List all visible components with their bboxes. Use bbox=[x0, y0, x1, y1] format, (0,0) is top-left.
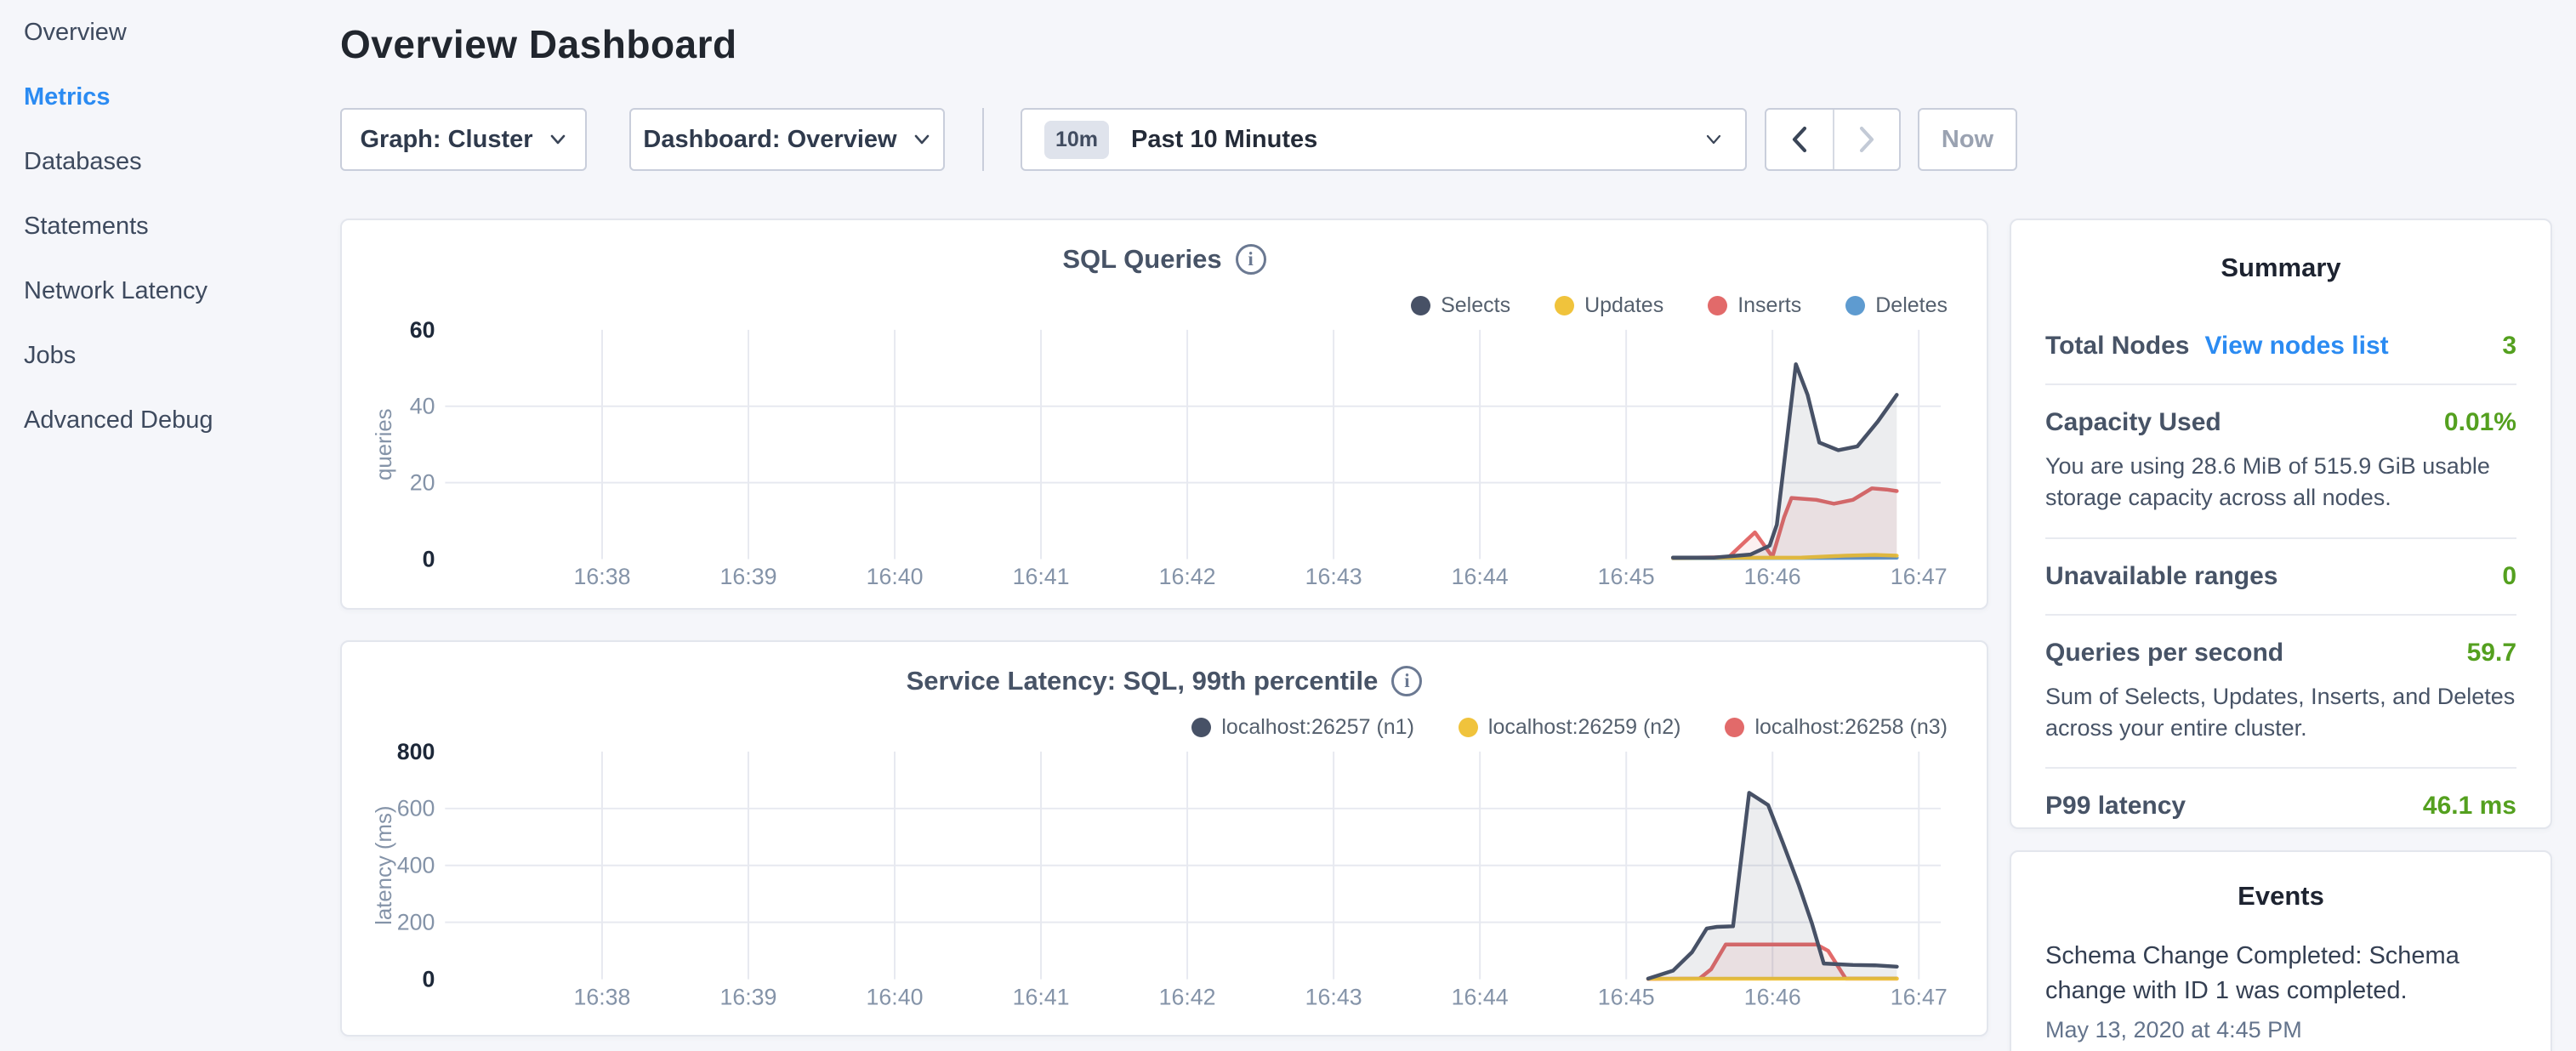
stat-value: 46.1 ms bbox=[2423, 792, 2516, 821]
toolbar-divider bbox=[982, 108, 984, 171]
dashboard-selector-label: Dashboard: Overview bbox=[643, 126, 896, 154]
svg-text:16:45: 16:45 bbox=[1598, 564, 1655, 589]
chevron-right-icon bbox=[1856, 125, 1878, 154]
svg-text:0: 0 bbox=[423, 546, 435, 571]
events-panel: Events Schema Change Completed: Schema c… bbox=[2010, 850, 2552, 1051]
svg-text:800: 800 bbox=[397, 739, 435, 764]
svg-text:16:40: 16:40 bbox=[867, 984, 924, 1009]
svg-text:400: 400 bbox=[397, 853, 435, 878]
svg-text:0: 0 bbox=[423, 966, 435, 991]
summary-panel: Summary Total Nodes View nodes list 3 Ca… bbox=[2010, 219, 2552, 829]
view-nodes-list-link[interactable]: View nodes list bbox=[2204, 332, 2388, 361]
stat-value: 0.01% bbox=[2444, 408, 2516, 437]
stat-row-total-nodes: Total Nodes View nodes list 3 bbox=[2045, 309, 2516, 383]
page-title: Overview Dashboard bbox=[340, 21, 737, 67]
stat-label: P99 latency bbox=[2045, 792, 2186, 821]
service-latency-chart[interactable]: 0 200 400 600 800 16:38 16:39 16:40 16:41 16:42 16… bbox=[342, 642, 1987, 1035]
stat-row-capacity-used: Capacity Used 0.01% You are using 28.6 M… bbox=[2045, 383, 2516, 537]
chevron-down-icon bbox=[549, 130, 567, 149]
svg-text:16:46: 16:46 bbox=[1744, 564, 1801, 589]
stat-row-unavailable-ranges: Unavailable ranges 0 bbox=[2045, 537, 2516, 614]
service-latency-chart-card: Service Latency: SQL, 99th percentile i … bbox=[340, 640, 1988, 1037]
stat-note: You are using 28.6 MiB of 515.9 GiB usab… bbox=[2045, 451, 2516, 514]
sql-queries-chart[interactable]: 0 20 40 60 16:38 16:39 16:40 16:41 16:42 16:43 16:… bbox=[342, 220, 1987, 608]
svg-text:16:38: 16:38 bbox=[573, 984, 630, 1009]
svg-text:16:40: 16:40 bbox=[867, 564, 924, 589]
svg-text:600: 600 bbox=[397, 796, 435, 821]
event-text: Schema Change Completed: Schema change w… bbox=[2045, 939, 2516, 1008]
stat-note: Sum of Selects, Updates, Inserts, and De… bbox=[2045, 681, 2516, 745]
svg-text:16:39: 16:39 bbox=[719, 984, 776, 1009]
time-range-label: Past 10 Minutes bbox=[1131, 126, 1704, 154]
stat-label: Unavailable ranges bbox=[2045, 562, 2277, 591]
svg-text:latency (ms): latency (ms) bbox=[372, 806, 396, 925]
svg-text:16:45: 16:45 bbox=[1598, 984, 1655, 1009]
svg-text:16:41: 16:41 bbox=[1013, 984, 1070, 1009]
svg-text:16:42: 16:42 bbox=[1159, 984, 1216, 1009]
toolbar: Graph: Cluster Dashboard: Overview 10m P… bbox=[340, 108, 2017, 171]
stat-row-p99-latency: P99 latency 46.1 ms bbox=[2045, 767, 2516, 844]
svg-text:16:47: 16:47 bbox=[1891, 984, 1948, 1009]
svg-text:16:42: 16:42 bbox=[1159, 564, 1216, 589]
svg-text:16:39: 16:39 bbox=[720, 564, 777, 589]
svg-text:queries: queries bbox=[372, 408, 396, 480]
svg-text:16:44: 16:44 bbox=[1452, 564, 1509, 589]
time-step-back-button[interactable] bbox=[1766, 110, 1833, 169]
svg-text:16:44: 16:44 bbox=[1452, 984, 1509, 1009]
sidebar-item-jobs[interactable]: Jobs bbox=[24, 338, 340, 372]
time-step-buttons bbox=[1765, 108, 1901, 171]
sidebar-item-statements[interactable]: Statements bbox=[24, 209, 340, 243]
graph-selector-dropdown[interactable]: Graph: Cluster bbox=[340, 108, 587, 171]
svg-text:60: 60 bbox=[410, 317, 435, 343]
graph-selector-label: Graph: Cluster bbox=[360, 126, 532, 154]
time-step-forward-button[interactable] bbox=[1833, 110, 1899, 169]
chevron-down-icon bbox=[1704, 130, 1723, 149]
svg-text:16:43: 16:43 bbox=[1305, 984, 1362, 1009]
now-button[interactable]: Now bbox=[1918, 108, 2017, 171]
sidebar-item-overview[interactable]: Overview bbox=[24, 15, 340, 49]
stat-label: Total Nodes bbox=[2045, 332, 2189, 361]
sidebar-item-network-latency[interactable]: Network Latency bbox=[24, 274, 340, 308]
svg-text:16:38: 16:38 bbox=[574, 564, 631, 589]
svg-text:16:41: 16:41 bbox=[1013, 564, 1070, 589]
sql-queries-chart-card: SQL Queries i Selects Updates Inserts De… bbox=[340, 219, 1988, 610]
chevron-down-icon bbox=[913, 130, 931, 149]
svg-text:16:47: 16:47 bbox=[1891, 564, 1948, 589]
stat-value: 3 bbox=[2502, 332, 2516, 361]
summary-heading: Summary bbox=[2045, 253, 2516, 283]
event-date: May 13, 2020 at 4:45 PM bbox=[2045, 1017, 2516, 1043]
chevron-left-icon bbox=[1788, 125, 1811, 154]
svg-text:16:43: 16:43 bbox=[1305, 564, 1362, 589]
svg-text:16:46: 16:46 bbox=[1744, 984, 1801, 1009]
sidebar-item-metrics[interactable]: Metrics bbox=[24, 80, 340, 114]
time-range-picker[interactable]: 10m Past 10 Minutes bbox=[1021, 108, 1747, 171]
svg-text:200: 200 bbox=[397, 910, 435, 935]
svg-text:40: 40 bbox=[410, 394, 435, 419]
time-range-badge: 10m bbox=[1044, 121, 1109, 159]
dashboard-selector-dropdown[interactable]: Dashboard: Overview bbox=[629, 108, 945, 171]
sidebar-item-databases[interactable]: Databases bbox=[24, 145, 340, 179]
stat-value: 0 bbox=[2502, 562, 2516, 591]
stat-row-queries-per-second: Queries per second 59.7 Sum of Selects, … bbox=[2045, 614, 2516, 768]
stat-value: 59.7 bbox=[2467, 639, 2516, 668]
event-item[interactable]: Schema Change Completed: Schema change w… bbox=[2045, 939, 2516, 1043]
sidebar: Overview Metrics Databases Statements Ne… bbox=[0, 0, 340, 1051]
stat-label: Queries per second bbox=[2045, 639, 2283, 668]
stat-label: Capacity Used bbox=[2045, 408, 2221, 437]
events-heading: Events bbox=[2045, 881, 2516, 912]
svg-text:20: 20 bbox=[410, 470, 435, 496]
sidebar-item-advanced-debug[interactable]: Advanced Debug bbox=[24, 403, 340, 437]
